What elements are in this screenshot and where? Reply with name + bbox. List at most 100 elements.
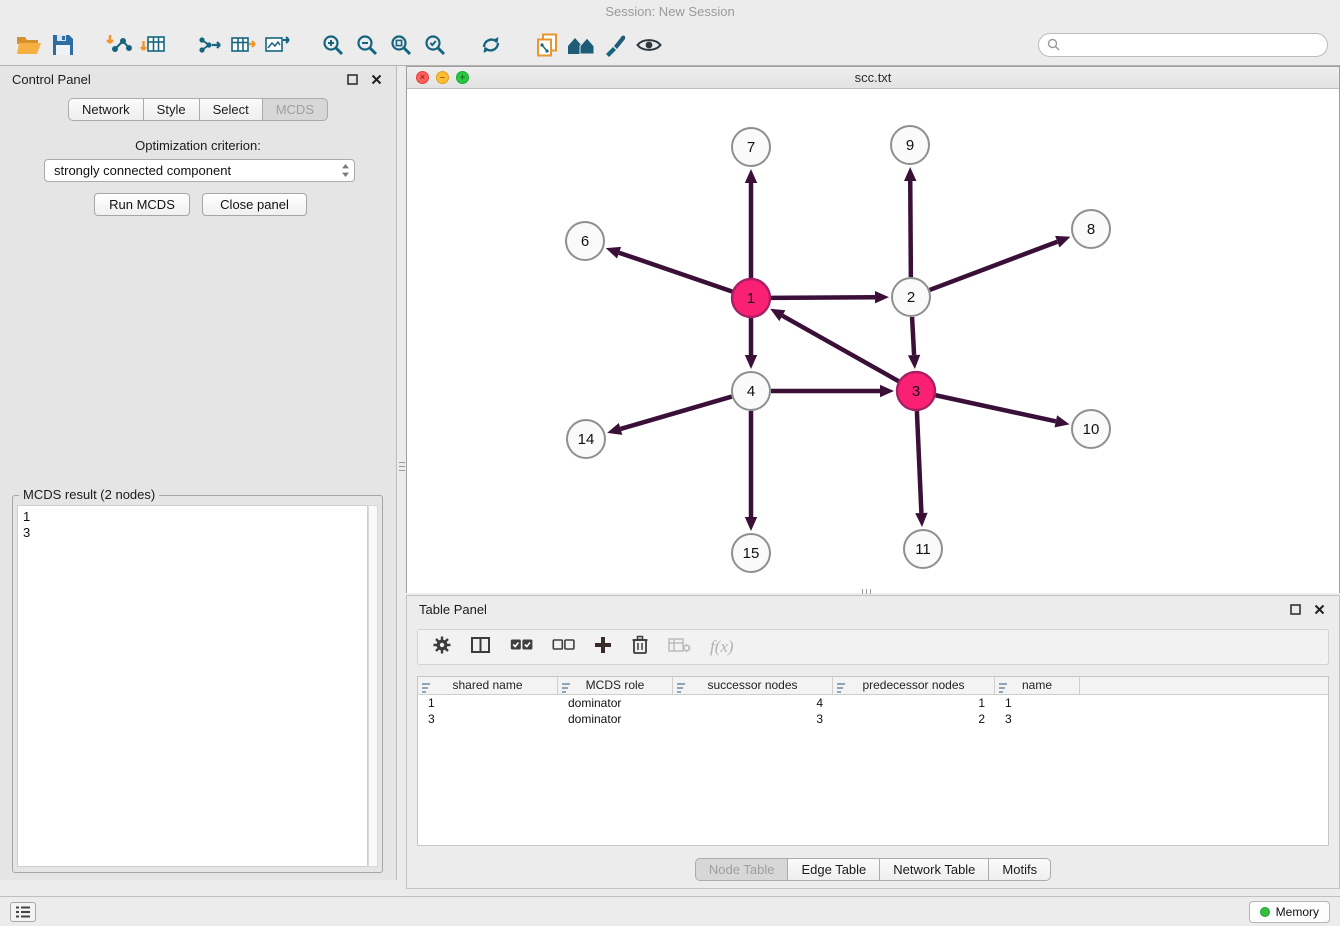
criterion-dropdown[interactable]: strongly connected component (44, 159, 355, 182)
network-graph-canvas[interactable]: 7968124314101511 (407, 89, 1339, 593)
vertical-splitter[interactable] (399, 455, 405, 477)
mcds-result-scrollbar[interactable] (368, 505, 378, 867)
edge-1-2[interactable] (771, 297, 875, 298)
close-table-panel-icon[interactable] (1311, 601, 1327, 617)
sort-icon (422, 681, 431, 694)
column-header-label: shared name (452, 678, 522, 692)
memory-status-icon (1260, 907, 1270, 917)
table-cell[interactable]: 3 (418, 711, 558, 727)
dropdown-stepper-icon (341, 163, 350, 178)
mcds-result-text[interactable]: 13 (17, 505, 368, 867)
table-panel-title: Table Panel (419, 602, 487, 617)
import-table-icon[interactable] (136, 28, 170, 62)
close-panel-icon[interactable] (368, 71, 384, 87)
function-builder-icon[interactable]: f(x) (710, 637, 734, 657)
sort-icon (562, 681, 571, 694)
table-tab-node-table[interactable]: Node Table (695, 858, 789, 881)
table-cell[interactable]: 3 (673, 711, 833, 727)
refresh-icon[interactable] (474, 28, 508, 62)
edge-arrow-1-4 (745, 355, 757, 369)
optimization-criterion-label: Optimization criterion: (0, 138, 396, 153)
horizontal-splitter[interactable] (855, 589, 877, 594)
sort-icon (999, 681, 1008, 694)
edge-4-14[interactable] (621, 397, 732, 429)
edge-1-6[interactable] (619, 253, 732, 292)
export-image-icon[interactable] (260, 28, 294, 62)
search-input[interactable] (1064, 37, 1319, 53)
import-network-icon[interactable] (102, 28, 136, 62)
open-session-icon[interactable] (12, 28, 46, 62)
table-panel: Table Panel (406, 595, 1340, 889)
deselect-all-columns-icon[interactable] (552, 638, 575, 656)
select-all-columns-icon[interactable] (510, 638, 533, 656)
float-panel-icon[interactable] (344, 71, 360, 87)
delete-table-icon[interactable] (668, 637, 691, 658)
edge-2-8[interactable] (930, 242, 1058, 290)
column-header-name[interactable]: name (995, 677, 1080, 694)
float-table-panel-icon[interactable] (1287, 601, 1303, 617)
table-cell[interactable]: 4 (673, 695, 833, 711)
criterion-dropdown-value: strongly connected component (54, 163, 341, 178)
table-tab-edge-table[interactable]: Edge Table (787, 858, 880, 881)
column-header-label: MCDS role (586, 678, 645, 692)
close-window-icon[interactable]: × (416, 71, 429, 84)
export-table-icon[interactable] (226, 28, 260, 62)
main-toolbar (0, 24, 1340, 66)
zoom-out-icon[interactable] (350, 28, 384, 62)
table-row[interactable]: 3dominator323 (418, 711, 1328, 727)
tab-select[interactable]: Select (199, 98, 263, 121)
table-cell[interactable]: 3 (995, 711, 1080, 727)
tab-mcds[interactable]: MCDS (262, 98, 328, 121)
edge-2-3[interactable] (912, 317, 914, 355)
search-field[interactable] (1038, 33, 1328, 57)
memory-button[interactable]: Memory (1249, 901, 1330, 923)
edge-3-10[interactable] (936, 395, 1056, 421)
save-session-icon[interactable] (46, 28, 80, 62)
folder-front (17, 43, 41, 54)
table-cell[interactable]: 2 (833, 711, 995, 727)
node-label-14: 14 (578, 431, 595, 448)
zoom-in-icon[interactable] (316, 28, 350, 62)
edge-3-1[interactable] (782, 316, 898, 382)
edge-3-11[interactable] (917, 411, 922, 513)
table-cell[interactable]: dominator (558, 711, 673, 727)
home-icon[interactable] (564, 28, 598, 62)
edge-arrow-1-2 (875, 291, 889, 303)
control-panel-header: Control Panel (0, 66, 396, 92)
zoom-selected-icon[interactable] (418, 28, 452, 62)
table-tab-motifs[interactable]: Motifs (988, 858, 1051, 881)
show-columns-icon[interactable] (471, 636, 491, 659)
tab-network[interactable]: Network (68, 98, 144, 121)
add-column-icon[interactable] (594, 636, 612, 659)
window-controls: × – + (416, 71, 469, 84)
tab-style[interactable]: Style (143, 98, 200, 121)
network-view-window: × – + scc.txt 7968124314101511 (406, 66, 1340, 593)
table-tab-network-table[interactable]: Network Table (879, 858, 989, 881)
table-cell[interactable]: 1 (418, 695, 558, 711)
task-history-button[interactable] (10, 902, 36, 922)
maximize-window-icon[interactable]: + (456, 71, 469, 84)
delete-column-icon[interactable] (631, 635, 649, 660)
run-mcds-button[interactable]: Run MCDS (94, 193, 190, 216)
column-header-predecessor-nodes[interactable]: predecessor nodes (833, 677, 995, 694)
table-cell[interactable]: 1 (833, 695, 995, 711)
column-header-shared-name[interactable]: shared name (418, 677, 558, 694)
table-row[interactable]: 1dominator411 (418, 695, 1328, 711)
column-header-MCDS-role[interactable]: MCDS role (558, 677, 673, 694)
table-toolbar: f(x) (417, 629, 1329, 665)
column-header-successor-nodes[interactable]: successor nodes (673, 677, 833, 694)
edge-arrow-1-7 (745, 169, 757, 183)
table-cell[interactable]: 1 (995, 695, 1080, 711)
zoom-fit-icon[interactable] (384, 28, 418, 62)
table-settings-icon[interactable] (432, 635, 452, 660)
minimize-window-icon[interactable]: – (436, 71, 449, 84)
close-panel-button[interactable]: Close panel (202, 193, 307, 216)
export-network-icon[interactable] (192, 28, 226, 62)
node-label-9: 9 (906, 137, 914, 154)
show-hide-graphics-icon[interactable] (632, 28, 666, 62)
edge-2-9[interactable] (910, 181, 911, 277)
clone-network-icon[interactable] (530, 28, 564, 62)
edge-arrow-4-14 (607, 423, 622, 435)
apply-style-icon[interactable] (598, 28, 632, 62)
table-cell[interactable]: dominator (558, 695, 673, 711)
